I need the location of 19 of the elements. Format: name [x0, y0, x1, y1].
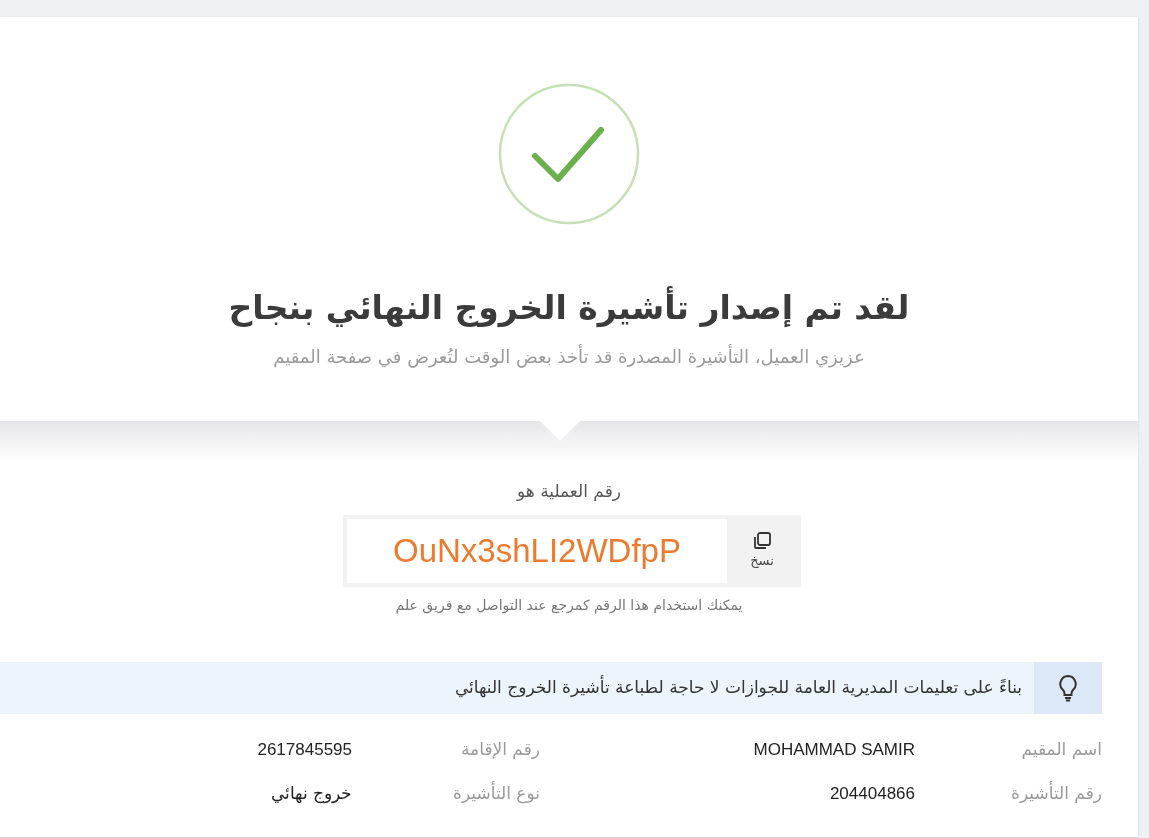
pointer-notch — [540, 421, 580, 441]
notice-text: بناءً على تعليمات المديرية العامة للجوازات لا حاجة لطباعة تأشيرة الخروج النهائي — [454, 674, 1022, 700]
copy-icon — [752, 530, 772, 551]
transaction-number: OuNx3shLI2WDfpP — [347, 518, 727, 583]
success-subtitle: عزيزي العميل، التأشيرة المصدرة قد تأخذ بعض الوقت لتُعرض في صفحة المقيم — [273, 343, 865, 370]
lightbulb-icon — [1058, 673, 1078, 702]
transaction-hint: يمكنك استخدام هذا الرقم كمرجع عند التواصل مع فريق علم — [395, 595, 743, 616]
detail-value: MOHAMMAD SAMIR — [752, 738, 915, 761]
transaction-label: رقم العملية هو — [517, 480, 621, 503]
detail-label: نوع التأشيرة — [452, 780, 540, 806]
detail-value: 2617845595 — [256, 738, 352, 761]
success-title: لقد تم إصدار تأشيرة الخروج النهائي بنجاح — [228, 285, 910, 330]
detail-label: رقم التأشيرة — [1010, 780, 1102, 805]
detail-label: رقم الإقامة — [460, 737, 540, 761]
detail-value: 204404866 — [828, 782, 915, 805]
copy-button[interactable]: نسخ — [727, 518, 797, 583]
detail-value: خروج نهائي — [270, 782, 352, 806]
detail-label: اسم المقيم — [1020, 737, 1102, 761]
checkmark-icon — [498, 83, 640, 225]
